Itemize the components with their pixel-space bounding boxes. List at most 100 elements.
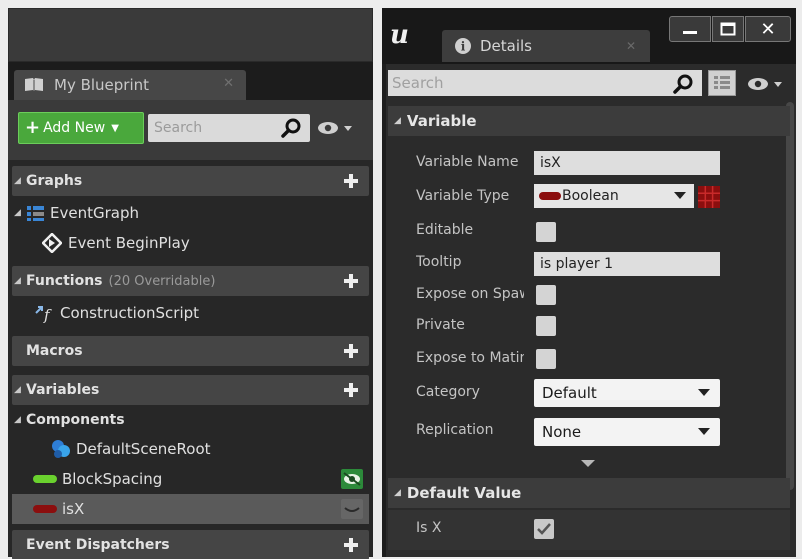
collapse-triangle-icon: ◢	[394, 488, 401, 498]
tooltip-field[interactable]: is player 1	[534, 252, 720, 276]
unreal-logo-icon: u	[390, 20, 409, 50]
blueprint-toolbar: + Add New ▼	[8, 100, 373, 160]
tree-item-event-beginplay[interactable]: Event BeginPlay	[12, 228, 369, 258]
tab-my-blueprint[interactable]: My Blueprint ✕	[14, 70, 246, 100]
scene-component-icon	[50, 438, 72, 460]
blueprint-book-icon	[24, 77, 44, 93]
details-scrollbar[interactable]	[786, 102, 794, 490]
prop-variable-type-label: Variable Type	[416, 188, 510, 204]
search-icon[interactable]	[672, 72, 696, 96]
variable-name-field[interactable]: isX	[534, 151, 720, 175]
is-x-checkbox[interactable]	[534, 519, 554, 539]
expose-to-matinee-checkbox[interactable]	[536, 349, 556, 369]
variable-item-isx-label: isX	[62, 500, 85, 518]
search-icon[interactable]	[280, 116, 304, 140]
prop-expose-on-spawn-label: Expose on Spawn	[416, 286, 524, 302]
closed-eye-icon[interactable]	[341, 499, 363, 519]
section-macros-label: Macros	[26, 343, 83, 359]
section-functions[interactable]: ◢ Functions (20 Overridable)	[12, 266, 369, 296]
functions-overridable-count: (20 Overridable)	[108, 273, 216, 289]
section-variables-label: Variables	[26, 382, 100, 398]
variable-item-blockspacing[interactable]: BlockSpacing	[12, 464, 369, 494]
tree-item-eventgraph-label: EventGraph	[50, 204, 139, 222]
close-window-button[interactable]: ✕	[745, 16, 791, 42]
add-graph-button[interactable]	[341, 171, 361, 191]
tree-item-defaultsceneroot[interactable]: DefaultSceneRoot	[12, 434, 369, 464]
collapse-triangle-icon: ◢	[14, 176, 21, 186]
maximize-button[interactable]	[712, 16, 744, 42]
prop-editable-label: Editable	[416, 222, 474, 238]
tab-my-blueprint-label: My Blueprint	[54, 76, 150, 94]
event-graph-icon	[26, 204, 46, 222]
replication-dropdown[interactable]: None	[534, 418, 720, 446]
variable-item-isx[interactable]: isX	[12, 494, 369, 524]
add-new-label: Add New	[43, 120, 106, 136]
close-icon[interactable]: ✕	[626, 39, 636, 53]
details-body: ◢ Variable Variable Name isX Variable Ty…	[386, 64, 796, 557]
details-panel: u i Details ✕ ✕ ◢ Variable V	[382, 8, 796, 557]
add-variable-button[interactable]	[341, 380, 361, 400]
section-macros[interactable]: Macros	[12, 336, 369, 366]
minimize-button[interactable]	[669, 16, 711, 42]
variable-type-dropdown[interactable]: Boolean	[534, 184, 694, 208]
add-function-button[interactable]	[341, 271, 361, 291]
category-value: Default	[542, 384, 597, 402]
variable-type-value: Boolean	[562, 188, 619, 204]
prop-replication-label: Replication	[416, 422, 494, 438]
chevron-down-icon: ▼	[111, 122, 119, 134]
collapse-triangle-icon: ◢	[394, 116, 401, 126]
replication-value: None	[542, 423, 582, 441]
event-node-icon	[42, 233, 62, 253]
section-default-value[interactable]: ◢ Default Value	[388, 478, 790, 508]
collapse-triangle-icon: ◢	[14, 276, 21, 286]
plus-icon: +	[25, 117, 41, 138]
prop-variable-name-label: Variable Name	[416, 154, 519, 170]
variable-item-blockspacing-label: BlockSpacing	[62, 470, 163, 488]
collapse-triangle-icon: ◢	[14, 385, 21, 395]
tree-item-components[interactable]: ◢ Components	[12, 405, 369, 435]
chevron-down-icon	[698, 428, 710, 435]
my-blueprint-panel: My Blueprint ✕ + Add New ▼ ◢ Graphs ◢ Ev…	[8, 8, 373, 559]
function-icon: f	[34, 303, 58, 323]
left-top-bar	[8, 8, 373, 62]
svg-text:i: i	[461, 40, 466, 54]
prop-is-x-label: Is X	[416, 520, 442, 536]
private-checkbox[interactable]	[536, 316, 556, 336]
add-macro-button[interactable]	[341, 341, 361, 361]
visibility-eye-icon[interactable]	[746, 76, 786, 92]
minimize-icon	[683, 31, 697, 34]
boolean-type-pill-icon	[539, 192, 561, 200]
expose-on-spawn-checkbox[interactable]	[536, 285, 556, 305]
details-search-input[interactable]	[388, 70, 702, 96]
section-graphs[interactable]: ◢ Graphs	[12, 166, 369, 196]
add-event-dispatcher-button[interactable]	[341, 535, 361, 555]
tree-item-constructionscript-label: ConstructionScript	[60, 304, 200, 322]
section-variable[interactable]: ◢ Variable	[388, 106, 790, 136]
section-variables[interactable]: ◢ Variables	[12, 375, 369, 405]
section-event-dispatchers[interactable]: Event Dispatchers	[12, 530, 369, 559]
details-title-bar: u i Details ✕ ✕	[382, 8, 796, 64]
section-graphs-label: Graphs	[26, 173, 83, 189]
add-new-button[interactable]: + Add New ▼	[18, 112, 144, 144]
tree-item-components-label: Components	[26, 412, 125, 428]
property-matrix-button[interactable]	[708, 70, 736, 96]
float-variable-pill-icon	[32, 474, 58, 484]
visibility-eye-icon[interactable]	[316, 120, 356, 136]
collapse-triangle-icon: ◢	[14, 208, 21, 218]
section-default-value-label: Default Value	[406, 484, 522, 502]
visibility-eye-icon[interactable]	[341, 469, 363, 489]
tree-item-constructionscript[interactable]: f ConstructionScript	[12, 298, 369, 328]
prop-expose-to-matinee-label: Expose to Matinee	[416, 350, 524, 366]
maximize-icon	[720, 22, 736, 36]
container-type-grid-icon[interactable]	[698, 186, 720, 208]
tab-details[interactable]: i Details ✕	[442, 30, 650, 62]
editable-checkbox[interactable]	[536, 222, 556, 242]
close-icon[interactable]: ✕	[223, 76, 234, 91]
tree-item-eventgraph[interactable]: ◢ EventGraph	[12, 198, 369, 228]
advanced-expand-arrow-icon[interactable]	[581, 460, 595, 467]
prop-category-label: Category	[416, 384, 480, 400]
category-dropdown[interactable]: Default	[534, 379, 720, 407]
prop-private-label: Private	[416, 317, 465, 333]
grid-icon	[714, 76, 730, 89]
checkmark-icon	[537, 523, 551, 535]
